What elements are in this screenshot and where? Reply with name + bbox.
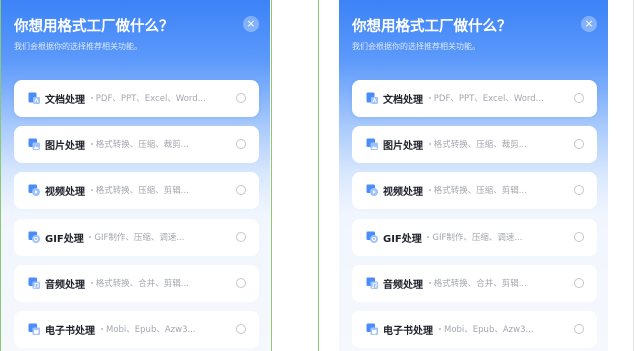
option-image[interactable]: 图片处理 格式转换、压缩、裁剪... [352,126,597,163]
option-gif[interactable]: GIF处理 GIF制作、压缩、调速... [352,219,597,256]
audio-icon [365,276,379,290]
option-description: 格式转换、压缩、裁剪... [433,140,527,150]
option-ebook[interactable]: 电子书处理 Mobi、Epub、Azw3... [352,311,597,348]
separator-dot [428,97,431,99]
audio-icon [27,276,41,290]
ebook-icon [365,322,379,336]
option-radio[interactable] [574,185,584,195]
image-icon [365,137,379,151]
option-label: GIF处理 [45,234,84,245]
close-button[interactable]: × [581,16,597,32]
separator-dot [90,189,93,191]
dialog-subtitle: 我们会根据你的选择推荐相关功能。 [14,42,142,51]
option-audio[interactable]: 音频处理 格式转换、合并、剪辑... [14,265,259,302]
document-icon [365,91,379,105]
option-radio[interactable] [574,93,584,103]
option-radio[interactable] [574,139,584,149]
option-description: PDF、PPT、Excel、Word... [433,94,544,104]
document-icon [27,91,41,105]
separator-dot [90,97,93,99]
separator-dot [428,143,431,145]
separator-dot [90,143,93,145]
option-gif[interactable]: GIF处理 GIF制作、压缩、调速... [14,219,259,256]
option-description: Mobi、Epub、Azw3... [106,325,196,335]
video-icon [27,183,41,197]
separator-dot [89,236,92,238]
option-radio[interactable] [236,324,246,334]
option-label: 文档处理 [45,95,85,106]
divider-line [271,0,272,351]
video-icon [365,183,379,197]
choice-dialog: 你想用格式工厂做什么？ 我们会根据你的选择推荐相关功能。 × 文档处理 PDF、P… [339,0,608,351]
option-description: 格式转换、压缩、裁剪... [95,140,189,150]
option-label: 音频处理 [383,280,423,291]
dialog-subtitle: 我们会根据你的选择推荐相关功能。 [352,42,480,51]
separator-dot [428,282,431,284]
choice-dialog: 你想用格式工厂做什么？ 我们会根据你的选择推荐相关功能。 × 文档处理 PDF、P… [1,0,270,351]
separator-dot [439,328,441,330]
close-button[interactable]: × [243,16,259,32]
divider-line [318,0,319,351]
separator-dot [428,189,431,191]
stage: 你想用格式工厂做什么？ 我们会根据你的选择推荐相关功能。 × 文档处理 PDF、P… [0,0,634,351]
option-ebook[interactable]: 电子书处理 Mobi、Epub、Azw3... [14,311,259,348]
option-radio[interactable] [574,232,584,242]
image-icon [27,137,41,151]
gif-icon [27,230,41,244]
option-video[interactable]: 视频处理 格式转换、压缩、剪辑... [352,172,597,209]
option-radio[interactable] [574,278,584,288]
option-label: 文档处理 [383,95,423,106]
option-description: GIF制作、压缩、调速... [432,233,523,243]
option-document[interactable]: 文档处理 PDF、PPT、Excel、Word... [352,80,597,117]
separator-dot [101,328,103,330]
option-radio[interactable] [236,232,246,242]
option-radio[interactable] [574,324,584,334]
separator-dot [90,282,93,284]
option-label: 图片处理 [383,141,423,152]
option-label: 图片处理 [45,141,85,152]
option-label: 电子书处理 [45,326,95,337]
option-description: 格式转换、压缩、剪辑... [433,186,527,196]
option-label: 视频处理 [383,187,423,198]
option-description: PDF、PPT、Excel、Word... [95,94,206,104]
option-label: 视频处理 [45,187,85,198]
option-video[interactable]: 视频处理 格式转换、压缩、剪辑... [14,172,259,209]
option-label: 电子书处理 [383,326,433,337]
option-description: 格式转换、合并、剪辑... [433,279,527,289]
ebook-icon [27,322,41,336]
option-radio[interactable] [236,139,246,149]
option-description: Mobi、Epub、Azw3... [444,325,534,335]
option-description: 格式转换、合并、剪辑... [95,279,189,289]
option-description: 格式转换、压缩、剪辑... [95,186,189,196]
option-radio[interactable] [236,93,246,103]
separator-dot [427,236,430,238]
option-label: GIF处理 [383,234,422,245]
option-label: 音频处理 [45,280,85,291]
option-radio[interactable] [236,185,246,195]
option-document[interactable]: 文档处理 PDF、PPT、Excel、Word... [14,80,259,117]
option-audio[interactable]: 音频处理 格式转换、合并、剪辑... [352,265,597,302]
dialog-title: 你想用格式工厂做什么？ [352,19,512,35]
gif-icon [365,230,379,244]
option-radio[interactable] [236,278,246,288]
option-description: GIF制作、压缩、调速... [94,233,185,243]
option-image[interactable]: 图片处理 格式转换、压缩、裁剪... [14,126,259,163]
dialog-title: 你想用格式工厂做什么？ [14,19,174,35]
